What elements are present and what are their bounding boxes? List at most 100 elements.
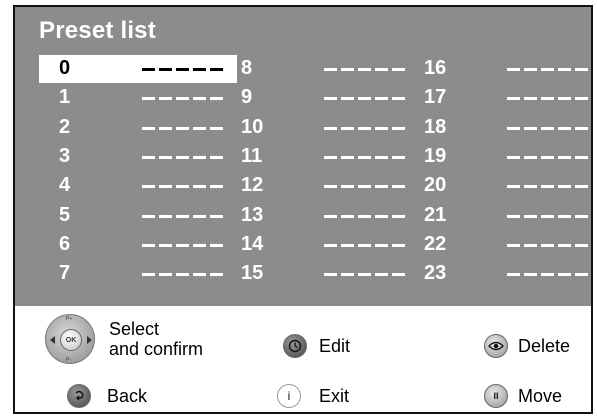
move-label: Move: [518, 386, 563, 406]
preset-name-placeholder: [142, 214, 224, 218]
preset-5[interactable]: 5: [39, 202, 229, 230]
pause-glyph: II: [493, 391, 499, 401]
preset-11[interactable]: 11: [221, 143, 411, 171]
preset-21[interactable]: 21: [404, 202, 594, 230]
preset-12[interactable]: 12: [221, 172, 411, 200]
preset-number: 16: [424, 57, 447, 79]
dpad-ok-icon: P+ P- OK: [45, 314, 95, 364]
preset-20[interactable]: 20: [404, 172, 594, 200]
preset-15[interactable]: 15: [221, 260, 411, 288]
preset-name-placeholder: [142, 243, 224, 247]
preset-22[interactable]: 22: [404, 231, 594, 259]
preset-number: 18: [424, 115, 447, 138]
preset-14[interactable]: 14: [221, 231, 411, 259]
preset-number: 21: [424, 203, 447, 226]
preset-list-panel: Preset list 0 1 2 3 4 5 6 7 8 9 10 11 12 13 14 15 16 17 18…: [15, 7, 591, 306]
preset-name-placeholder: [507, 126, 589, 130]
preset-number: 4: [59, 174, 71, 197]
preset-17[interactable]: 17: [404, 84, 594, 112]
legend-delete: Delete: [484, 334, 570, 358]
preset-number: 22: [424, 232, 447, 255]
back-arrow-icon: [75, 390, 84, 401]
preset-name-placeholder: [324, 243, 406, 247]
preset-number: 3: [59, 144, 71, 167]
right-arrow-icon: [87, 336, 92, 344]
preset-19[interactable]: 19: [404, 143, 594, 171]
preset-number: 17: [424, 86, 447, 109]
preset-18[interactable]: 18: [404, 114, 594, 142]
ok-button-icon: OK: [60, 329, 82, 351]
preset-number: 0: [59, 57, 71, 79]
preset-number: 8: [241, 57, 253, 79]
key-legend: P+ P- OK Select and confirm Edit Delete …: [15, 306, 591, 412]
p-plus-label: P+: [66, 316, 73, 322]
preset-4[interactable]: 4: [39, 172, 229, 200]
preset-number: 1: [59, 86, 71, 109]
preset-name-placeholder: [142, 155, 224, 159]
preset-name-placeholder: [324, 273, 406, 277]
preset-16[interactable]: 16: [404, 55, 594, 83]
info-glyph: i: [287, 389, 291, 403]
preset-number: 7: [59, 262, 71, 285]
preset-23[interactable]: 23: [404, 260, 594, 288]
preset-name-placeholder: [507, 185, 589, 189]
preset-number: 19: [424, 144, 447, 167]
preset-name-placeholder: [507, 68, 589, 71]
preset-number: 20: [424, 174, 447, 197]
clock-button-icon: [283, 334, 307, 358]
select-label-block: Select and confirm: [109, 319, 203, 359]
legend-edit: Edit: [283, 334, 350, 358]
preset-2[interactable]: 2: [39, 114, 229, 142]
preset-name-placeholder: [324, 68, 406, 71]
preset-13[interactable]: 13: [221, 202, 411, 230]
preset-1[interactable]: 1: [39, 84, 229, 112]
legend-select: P+ P- OK Select and confirm: [45, 314, 203, 364]
preset-3[interactable]: 3: [39, 143, 229, 171]
preset-name-placeholder: [324, 185, 406, 189]
eye-button-icon: [484, 334, 508, 358]
preset-name-placeholder: [507, 273, 589, 277]
delete-label: Delete: [518, 336, 571, 356]
preset-name-placeholder: [142, 185, 224, 189]
preset-0[interactable]: 0: [39, 55, 237, 83]
preset-name-placeholder: [507, 214, 589, 218]
preset-number: 23: [424, 262, 447, 285]
info-button-icon: i: [277, 384, 301, 408]
preset-7[interactable]: 7: [39, 260, 229, 288]
preset-name-placeholder: [324, 155, 406, 159]
preset-number: 2: [59, 115, 71, 138]
preset-name-placeholder: [142, 68, 224, 71]
preset-9[interactable]: 9: [221, 84, 411, 112]
preset-10[interactable]: 10: [221, 114, 411, 142]
preset-number: 14: [241, 232, 264, 255]
preset-name-placeholder: [142, 97, 224, 101]
confirm-label: and confirm: [109, 339, 204, 359]
legend-back: Back: [67, 384, 147, 408]
legend-exit: i Exit: [277, 384, 349, 408]
pause-button-icon: II: [484, 384, 508, 408]
preset-8[interactable]: 8: [221, 55, 411, 83]
preset-name-placeholder: [507, 243, 589, 247]
preset-number: 5: [59, 203, 71, 226]
page-title: Preset list: [39, 17, 156, 44]
preset-name-placeholder: [507, 155, 589, 159]
preset-number: 11: [241, 144, 263, 167]
edit-label: Edit: [319, 336, 351, 356]
preset-name-placeholder: [324, 214, 406, 218]
preset-name-placeholder: [324, 97, 406, 101]
preset-name-placeholder: [142, 126, 224, 130]
preset-6[interactable]: 6: [39, 231, 229, 259]
left-arrow-icon: [50, 336, 55, 344]
legend-move: II Move: [484, 384, 562, 408]
preset-number: 6: [59, 232, 71, 255]
select-label: Select: [109, 319, 160, 339]
exit-label: Exit: [319, 386, 350, 406]
eye-icon: [488, 341, 504, 351]
preset-number: 9: [241, 86, 253, 109]
preset-number: 10: [241, 115, 264, 138]
back-label: Back: [107, 386, 148, 406]
preset-number: 15: [241, 262, 264, 285]
clock-icon: [288, 339, 302, 353]
preset-name-placeholder: [324, 126, 406, 130]
preset-number: 12: [241, 174, 264, 197]
